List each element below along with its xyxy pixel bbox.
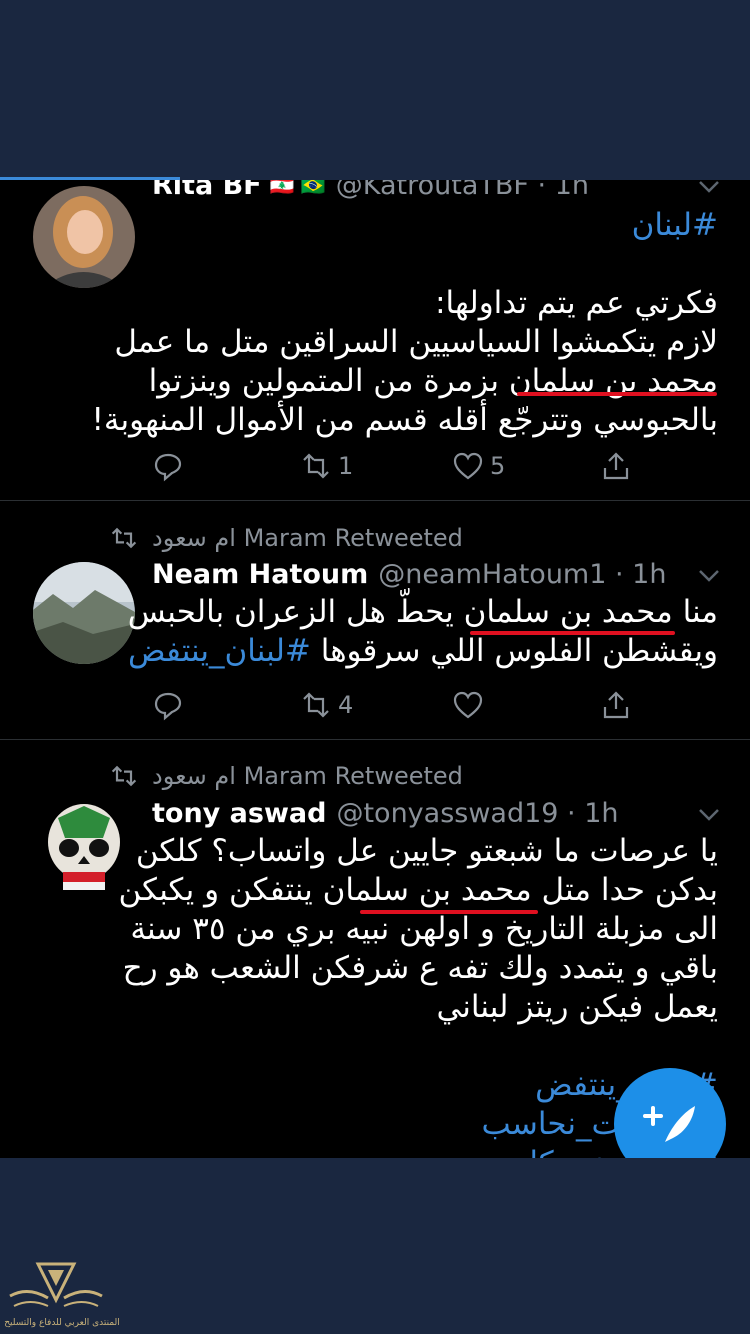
tweet-line: لازم يتكمشوا السياسيين السراقين متل ما ع…: [114, 324, 718, 360]
tweet-line: الى مزبلة التاريخ و اولهن نبيه بري من ٣٥…: [130, 911, 718, 947]
highlight-underline: [470, 631, 675, 635]
like-icon: [453, 452, 483, 480]
tweet-line: بدكن حدا متل محمد بن سلمان ينتفكن و يكبك…: [118, 872, 718, 908]
retweet-icon: [111, 765, 137, 787]
tweet-actions: 1 5: [152, 446, 652, 486]
highlight-underline: [517, 392, 717, 396]
tweet-line: يعمل فيكن ريتز لبناني: [436, 989, 718, 1025]
chevron-down-icon[interactable]: [698, 180, 720, 194]
hashtag-link[interactable]: #لبنان_ينتفض: [128, 633, 311, 669]
like-button[interactable]: [452, 685, 490, 725]
tweet-line: [91, 245, 718, 284]
share-icon: [603, 691, 629, 719]
author-name[interactable]: Rita BF: [152, 180, 262, 201]
avatar[interactable]: [33, 562, 135, 664]
highlight-underline: [360, 910, 538, 914]
like-button[interactable]: 5: [452, 446, 505, 486]
share-icon: [603, 452, 629, 480]
reply-button[interactable]: [152, 685, 190, 725]
tweet-line: يا عرصات ما شبعتو جايين عل واتساب؟ كلكن: [135, 833, 718, 869]
reply-icon: [154, 692, 182, 721]
retweet-count: 4: [338, 691, 354, 719]
retweet-icon: [111, 527, 137, 549]
retweeted-by-label: ام سعود Maram Retweeted: [152, 524, 463, 552]
bottom-band: [0, 1158, 750, 1334]
reply-button[interactable]: [152, 446, 190, 486]
timeline[interactable]: Rita BF 🇱🇧 🇧🇷 @KatroutaTBF · 1h #لبنان ف…: [0, 180, 750, 1158]
top-band: [0, 0, 750, 177]
reply-icon: [154, 453, 182, 482]
tweet-header[interactable]: Neam Hatoum @neamHatoum1 · 1h: [152, 557, 666, 591]
tweet-line: ويقشطن الفلوس اللي سرقوها: [320, 633, 718, 669]
tweet-line: بالحبوسي وتترجّع أقله قسم من الأموال الم…: [91, 402, 718, 438]
retweet-count: 1: [338, 452, 354, 480]
retweet-icon: [303, 692, 329, 718]
share-button[interactable]: [600, 446, 632, 486]
tweet-actions: 4: [152, 685, 652, 725]
retweeted-by-label: ام سعود Maram Retweeted: [152, 762, 463, 790]
tweet-line: فكرتي عم يتم تداولها:: [435, 285, 718, 321]
author-name[interactable]: Neam Hatoum: [152, 559, 368, 590]
retweet-icon: [303, 453, 329, 479]
tweet-text: #لبنان فكرتي عم يتم تداولها: لازم يتكمشو…: [91, 206, 718, 440]
compose-icon: [643, 1106, 695, 1142]
retweet-button[interactable]: 1: [300, 446, 353, 486]
watermark-text: المنتدى العربي للدفاع والتسليح: [4, 1318, 120, 1328]
author-handle[interactable]: @KatroutaTBF · 1h: [336, 180, 589, 201]
like-icon: [453, 691, 483, 719]
author-handle[interactable]: @tonyasswad19 · 1h: [336, 798, 618, 829]
tweet[interactable]: ام سعود Maram Retweeted Neam Hatoum @nea…: [0, 501, 750, 739]
tweet[interactable]: Rita BF 🇱🇧 🇧🇷 @KatroutaTBF · 1h #لبنان ف…: [0, 180, 750, 500]
tweet-line: [118, 1027, 718, 1066]
tweet-header[interactable]: tony aswad @tonyasswad19 · 1h: [152, 796, 619, 830]
flag-emoji: 🇱🇧 🇧🇷: [269, 180, 326, 197]
retweeted-by-row[interactable]: ام سعود Maram Retweeted: [110, 761, 463, 791]
retweeted-by-row[interactable]: ام سعود Maram Retweeted: [110, 523, 463, 553]
tweet-header[interactable]: Rita BF 🇱🇧 🇧🇷 @KatroutaTBF · 1h: [152, 180, 589, 202]
author-handle[interactable]: @neamHatoum1 · 1h: [378, 559, 666, 590]
chevron-down-icon[interactable]: [698, 569, 720, 583]
like-count: 5: [490, 452, 506, 480]
tweet-line: منا محمد بن سلمان يحطّ هل الزعران بالحبس: [127, 594, 718, 630]
chevron-down-icon[interactable]: [698, 808, 720, 822]
tweet-line: باقي و يتمدد ولك تفه ع شرفكن الشعب هو رح: [122, 950, 718, 986]
retweet-button[interactable]: 4: [300, 685, 353, 725]
author-name[interactable]: tony aswad: [152, 798, 326, 829]
hashtag-link[interactable]: #لبنان: [91, 206, 718, 245]
share-button[interactable]: [600, 685, 632, 725]
